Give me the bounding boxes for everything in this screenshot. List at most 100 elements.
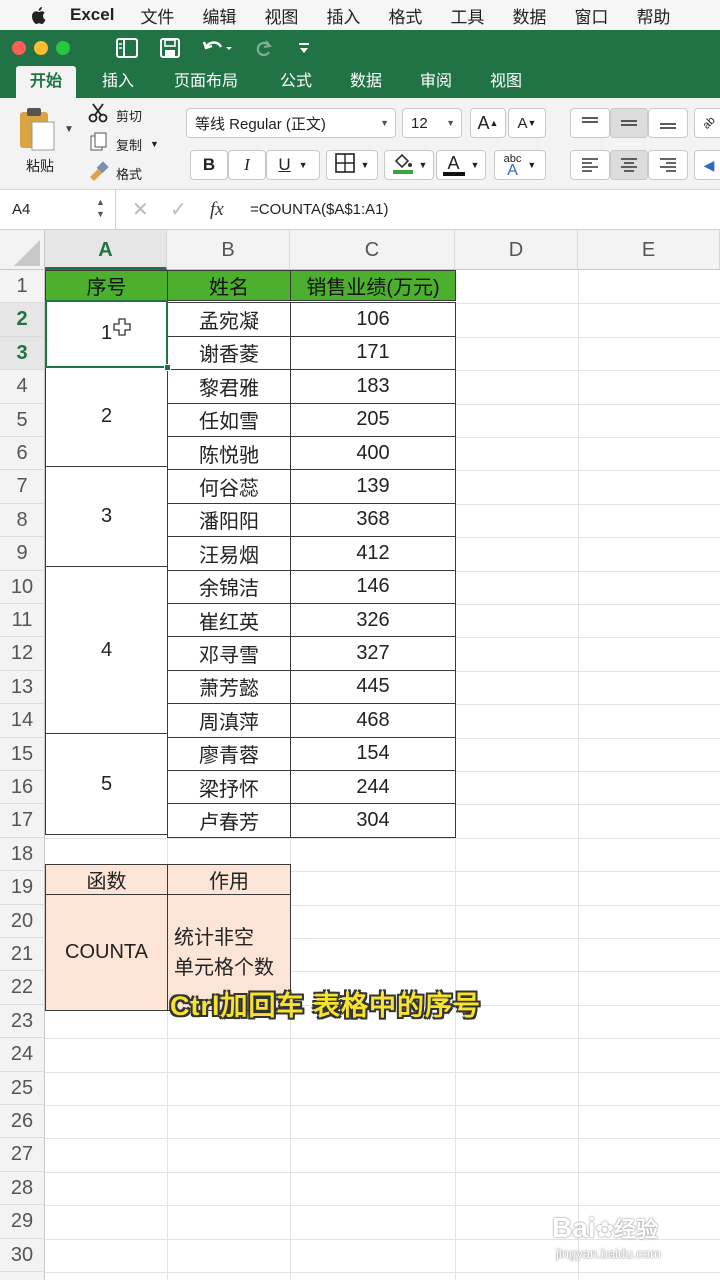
row-header-2[interactable]: 2 [0,303,45,337]
font-color-button[interactable]: A ▼ [436,150,486,180]
menu-format[interactable]: 格式 [388,3,422,28]
formula-input[interactable]: =COUNTA($A$1:A1) [250,201,389,218]
row-header-10[interactable]: 10 [0,570,45,604]
cell-sales[interactable]: 304 [290,803,456,838]
cell-sales[interactable]: 327 [290,636,456,671]
zoom-window-button[interactable] [56,41,70,55]
format-painter-button[interactable]: 格式 [88,160,168,184]
column-header-c[interactable]: C [290,230,455,270]
row-header-7[interactable]: 7 [0,470,45,504]
row-header-6[interactable]: 6 [0,437,45,471]
cell-name[interactable]: 卢春芳 [167,803,291,838]
cut-button[interactable]: 剪切 [88,102,168,126]
cell-a1-header[interactable]: 序号 [45,270,168,301]
menu-insert[interactable]: 插入 [326,3,360,28]
sidebar-toggle-icon[interactable] [116,38,138,58]
cell-b19-use-header[interactable]: 作用 [167,864,291,895]
insert-function-icon[interactable]: fx [210,199,224,221]
redo-icon[interactable] [254,38,274,58]
cell-sales[interactable]: 139 [290,469,456,504]
tab-view[interactable]: 视图 [478,66,534,98]
tab-review[interactable]: 审阅 [408,66,464,98]
shrink-font-button[interactable]: A ▼ [508,108,546,138]
column-header-e[interactable]: E [578,230,720,270]
copy-button[interactable]: 复制 ▼ [88,132,168,155]
cell-sales[interactable]: 368 [290,502,456,538]
cell-sales[interactable]: 445 [290,669,456,705]
worksheet-grid[interactable]: A B C D E 1 2 3 4 5 6 7 8 9 10 11 12 13 14 15 16 17 18 19 2… [0,230,720,1280]
cell-name[interactable]: 廖青蓉 [167,736,291,771]
cell-name[interactable]: 潘阳阳 [167,502,291,538]
decrease-indent-button[interactable]: ◀ [694,150,720,180]
tab-insert[interactable]: 插入 [90,66,146,98]
row-header-15[interactable]: 15 [0,737,45,771]
cell-name[interactable]: 余锦洁 [167,569,291,604]
align-left-button[interactable] [570,150,610,180]
menu-app-name[interactable]: Excel [70,5,114,25]
row-header-18[interactable]: 18 [0,837,45,872]
menu-edit[interactable]: 编辑 [202,3,236,28]
select-all-corner[interactable] [0,230,45,270]
cell-sales[interactable]: 468 [290,703,456,738]
row-header-29[interactable]: 29 [0,1205,45,1239]
text-orientation-button[interactable]: ab [694,108,720,138]
fill-handle[interactable] [164,364,171,371]
borders-button[interactable]: ▼ [326,150,378,180]
tab-data[interactable]: 数据 [338,66,394,98]
menu-data[interactable]: 数据 [512,3,546,28]
cell-sales[interactable]: 106 [290,302,456,337]
row-header-5[interactable]: 5 [0,403,45,437]
row-header-1[interactable]: 1 [0,270,45,304]
cell-a7-merged[interactable]: 3 [45,466,168,567]
menu-help[interactable]: 帮助 [636,3,670,28]
cell-name[interactable]: 谢香菱 [167,335,291,371]
row-header-11[interactable]: 11 [0,604,45,638]
cell-a10-merged[interactable]: 4 [45,566,168,734]
row-header-3[interactable]: 3 [0,336,45,371]
confirm-formula-icon[interactable]: ✓ [170,197,187,222]
row-header-19[interactable]: 19 [0,871,45,905]
align-right-button[interactable] [648,150,688,180]
row-header-12[interactable]: 12 [0,637,45,671]
cancel-formula-icon[interactable]: ✕ [132,197,149,222]
apple-icon[interactable] [26,6,50,25]
row-header-9[interactable]: 9 [0,537,45,571]
row-header-16[interactable]: 16 [0,771,45,805]
name-box[interactable]: A4 [12,201,30,218]
row-header-23[interactable]: 23 [0,1004,45,1039]
row-header-14[interactable]: 14 [0,704,45,738]
row-header-4[interactable]: 4 [0,370,45,404]
cell-a4-merged[interactable]: 2 [45,366,168,467]
tab-page-layout[interactable]: 页面布局 [164,66,248,98]
cell-sales[interactable]: 171 [290,335,456,371]
cell-name[interactable]: 任如雪 [167,402,291,437]
copy-dropdown-icon[interactable]: ▼ [150,139,159,149]
menu-window[interactable]: 窗口 [574,3,608,28]
underline-button[interactable]: U ▼ [266,150,320,180]
align-bottom-button[interactable] [648,108,688,138]
phonetic-guide-button[interactable]: abc A ▼ [494,150,546,180]
cell-sales[interactable]: 183 [290,369,456,404]
cell-c1-header[interactable]: 销售业绩(万元) [290,270,456,301]
cell-name[interactable]: 陈悦驰 [167,436,291,471]
row-header-27[interactable]: 27 [0,1138,45,1172]
cell-sales[interactable]: 244 [290,770,456,805]
cell-name[interactable]: 梁抒怀 [167,770,291,805]
column-header-b[interactable]: B [167,230,290,270]
align-middle-button[interactable] [610,108,648,138]
tab-formulas[interactable]: 公式 [268,66,324,98]
fill-color-button[interactable]: ▼ [384,150,434,180]
cell-name[interactable]: 邓寻雪 [167,636,291,671]
customize-toolbar-icon[interactable] [296,41,312,55]
paste-dropdown-icon[interactable]: ▼ [64,124,74,135]
cell-name[interactable]: 崔红英 [167,603,291,638]
font-name-select[interactable]: 等线 Regular (正文) ▼ [186,108,396,138]
cell-a20-func-name[interactable]: COUNTA [45,894,168,1011]
close-window-button[interactable] [12,41,26,55]
menu-tools[interactable]: 工具 [450,3,484,28]
cell-sales[interactable]: 326 [290,603,456,638]
save-icon[interactable] [160,38,180,58]
cell-b1-header[interactable]: 姓名 [167,270,291,301]
row-header-17[interactable]: 17 [0,804,45,838]
name-box-stepper-icon[interactable]: ▲ ▼ [96,196,105,220]
